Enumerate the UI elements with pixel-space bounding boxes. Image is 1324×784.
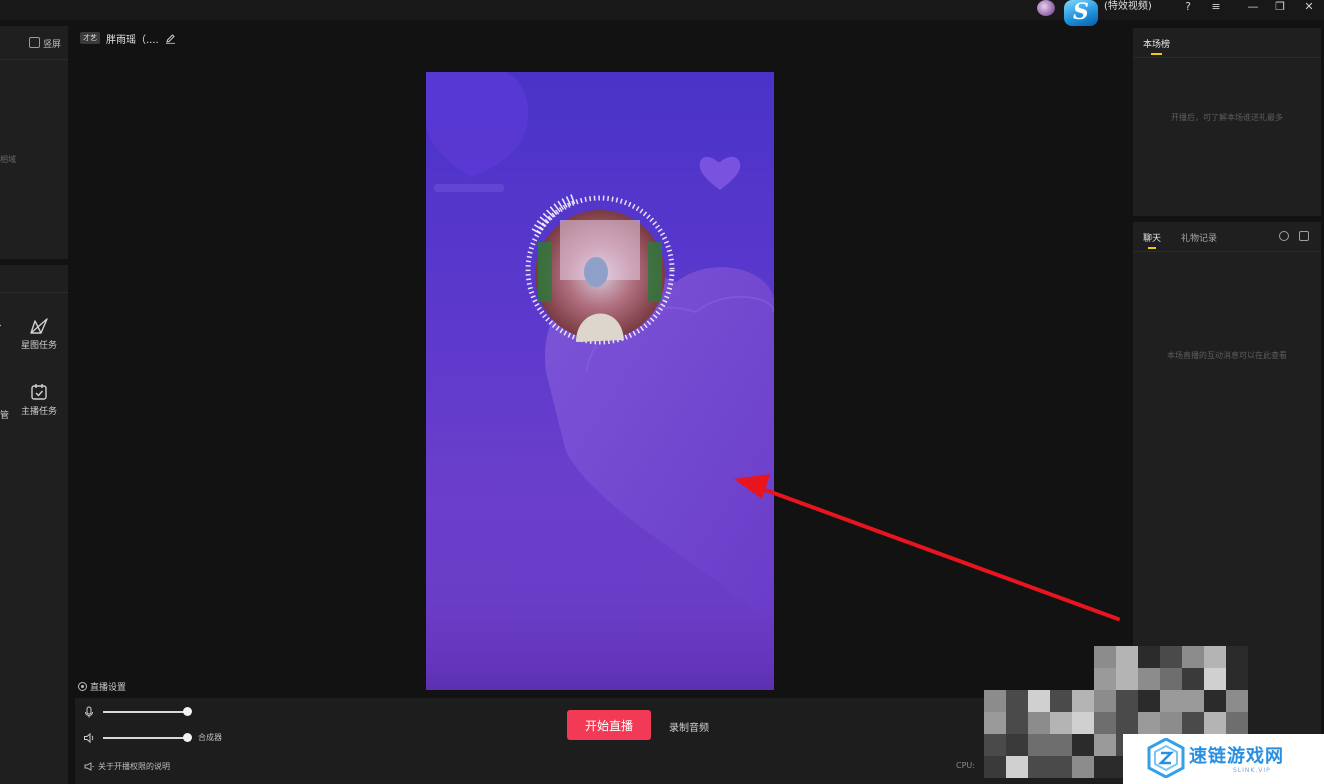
mosaic-cell [1204, 646, 1226, 668]
mosaic-cell [1050, 712, 1072, 734]
mosaic-cell [1094, 734, 1116, 756]
mosaic-cell [1182, 646, 1204, 668]
mosaic-cell [1138, 712, 1160, 734]
mosaic-cell [1006, 734, 1028, 756]
mosaic-cell [1094, 646, 1116, 668]
mosaic-cell [1006, 712, 1028, 734]
mosaic-cell [1182, 668, 1204, 690]
mosaic-cell [1094, 690, 1116, 712]
mosaic-cell [1028, 712, 1050, 734]
mosaic-cell [1028, 690, 1050, 712]
mosaic-cell [1226, 690, 1248, 712]
mosaic-cell [1226, 668, 1248, 690]
mosaic-cell [1050, 690, 1072, 712]
mosaic-cell [1160, 668, 1182, 690]
mosaic-cell [1006, 756, 1028, 778]
mosaic-cell [1182, 712, 1204, 734]
mosaic-cell [984, 734, 1006, 756]
mosaic-cell [984, 712, 1006, 734]
mosaic-cell [1006, 690, 1028, 712]
mosaic-cell [1072, 690, 1094, 712]
mosaic-cell [1138, 646, 1160, 668]
mosaic-cell [1028, 756, 1050, 778]
mosaic-cell [1072, 734, 1094, 756]
mosaic-cell [1138, 668, 1160, 690]
mosaic-cell [1204, 668, 1226, 690]
site-watermark: 速链游戏网 SLINK.VIP [1123, 734, 1324, 784]
mosaic-cell [1160, 690, 1182, 712]
watermark-brand: 速链游戏网 [1189, 746, 1284, 767]
mosaic-cell [1028, 734, 1050, 756]
mosaic-cell [1226, 646, 1248, 668]
mosaic-cell [1072, 756, 1094, 778]
mosaic-cell [1160, 646, 1182, 668]
mosaic-cell [1072, 712, 1094, 734]
mosaic-cell [1204, 690, 1226, 712]
mosaic-cell [1116, 690, 1138, 712]
mosaic-cell [1204, 712, 1226, 734]
mosaic-cell [1138, 690, 1160, 712]
mosaic-cell [1116, 712, 1138, 734]
mosaic-cell [1094, 712, 1116, 734]
mosaic-cell [1050, 756, 1072, 778]
watermark-logo-icon [1147, 738, 1185, 778]
mosaic-cell [1050, 734, 1072, 756]
mosaic-cell [984, 756, 1006, 778]
mosaic-cell [1160, 712, 1182, 734]
mosaic-cell [1116, 668, 1138, 690]
mosaic-cell [1094, 668, 1116, 690]
mosaic-cell [984, 690, 1006, 712]
mosaic-cell [1182, 690, 1204, 712]
watermark-sub: SLINK.VIP [1233, 767, 1271, 774]
mosaic-cell [1094, 756, 1116, 778]
mosaic-cell [1116, 646, 1138, 668]
mosaic-cell [1226, 712, 1248, 734]
